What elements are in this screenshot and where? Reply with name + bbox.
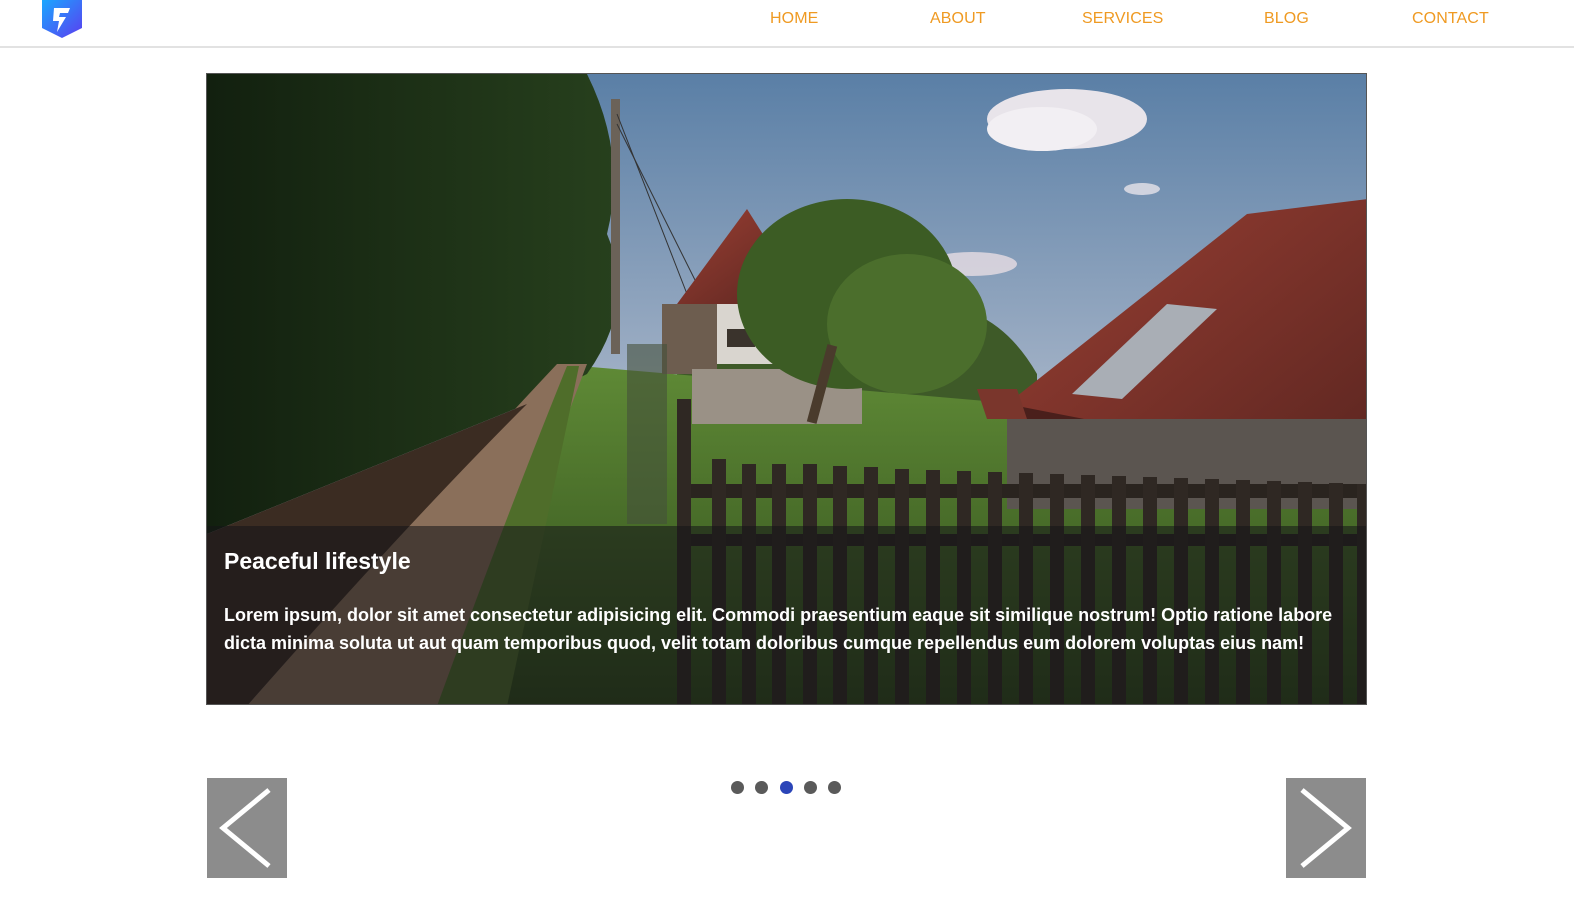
- slide-dot-1[interactable]: [731, 781, 744, 794]
- nav-contact-link[interactable]: CONTACT: [1412, 10, 1489, 28]
- slide-dot-5[interactable]: [828, 781, 841, 794]
- chevron-left-icon: [219, 788, 271, 868]
- slide-dot-2[interactable]: [755, 781, 768, 794]
- slide-caption: Peaceful lifestyle Lorem ipsum, dolor si…: [207, 526, 1366, 704]
- prev-slide-button[interactable]: [207, 778, 287, 878]
- slide-dot-4[interactable]: [804, 781, 817, 794]
- chevron-right-icon: [1300, 788, 1352, 868]
- nav-home-link[interactable]: HOME: [770, 10, 818, 28]
- brand-logo-icon[interactable]: [40, 0, 84, 40]
- slide-caption-title: Peaceful lifestyle: [224, 548, 411, 574]
- nav-about-link[interactable]: ABOUT: [930, 10, 986, 28]
- nav-blog-link[interactable]: BLOG: [1264, 10, 1309, 28]
- image-slider: Peaceful lifestyle Lorem ipsum, dolor si…: [206, 73, 1367, 705]
- slide-dot-3[interactable]: [780, 781, 793, 794]
- top-navigation-bar: HOME ABOUT SERVICES BLOG CONTACT: [0, 0, 1574, 48]
- slide-caption-text: Lorem ipsum, dolor sit amet consectetur …: [224, 605, 1333, 653]
- nav-services-link[interactable]: SERVICES: [1082, 10, 1163, 28]
- next-slide-button[interactable]: [1286, 778, 1366, 878]
